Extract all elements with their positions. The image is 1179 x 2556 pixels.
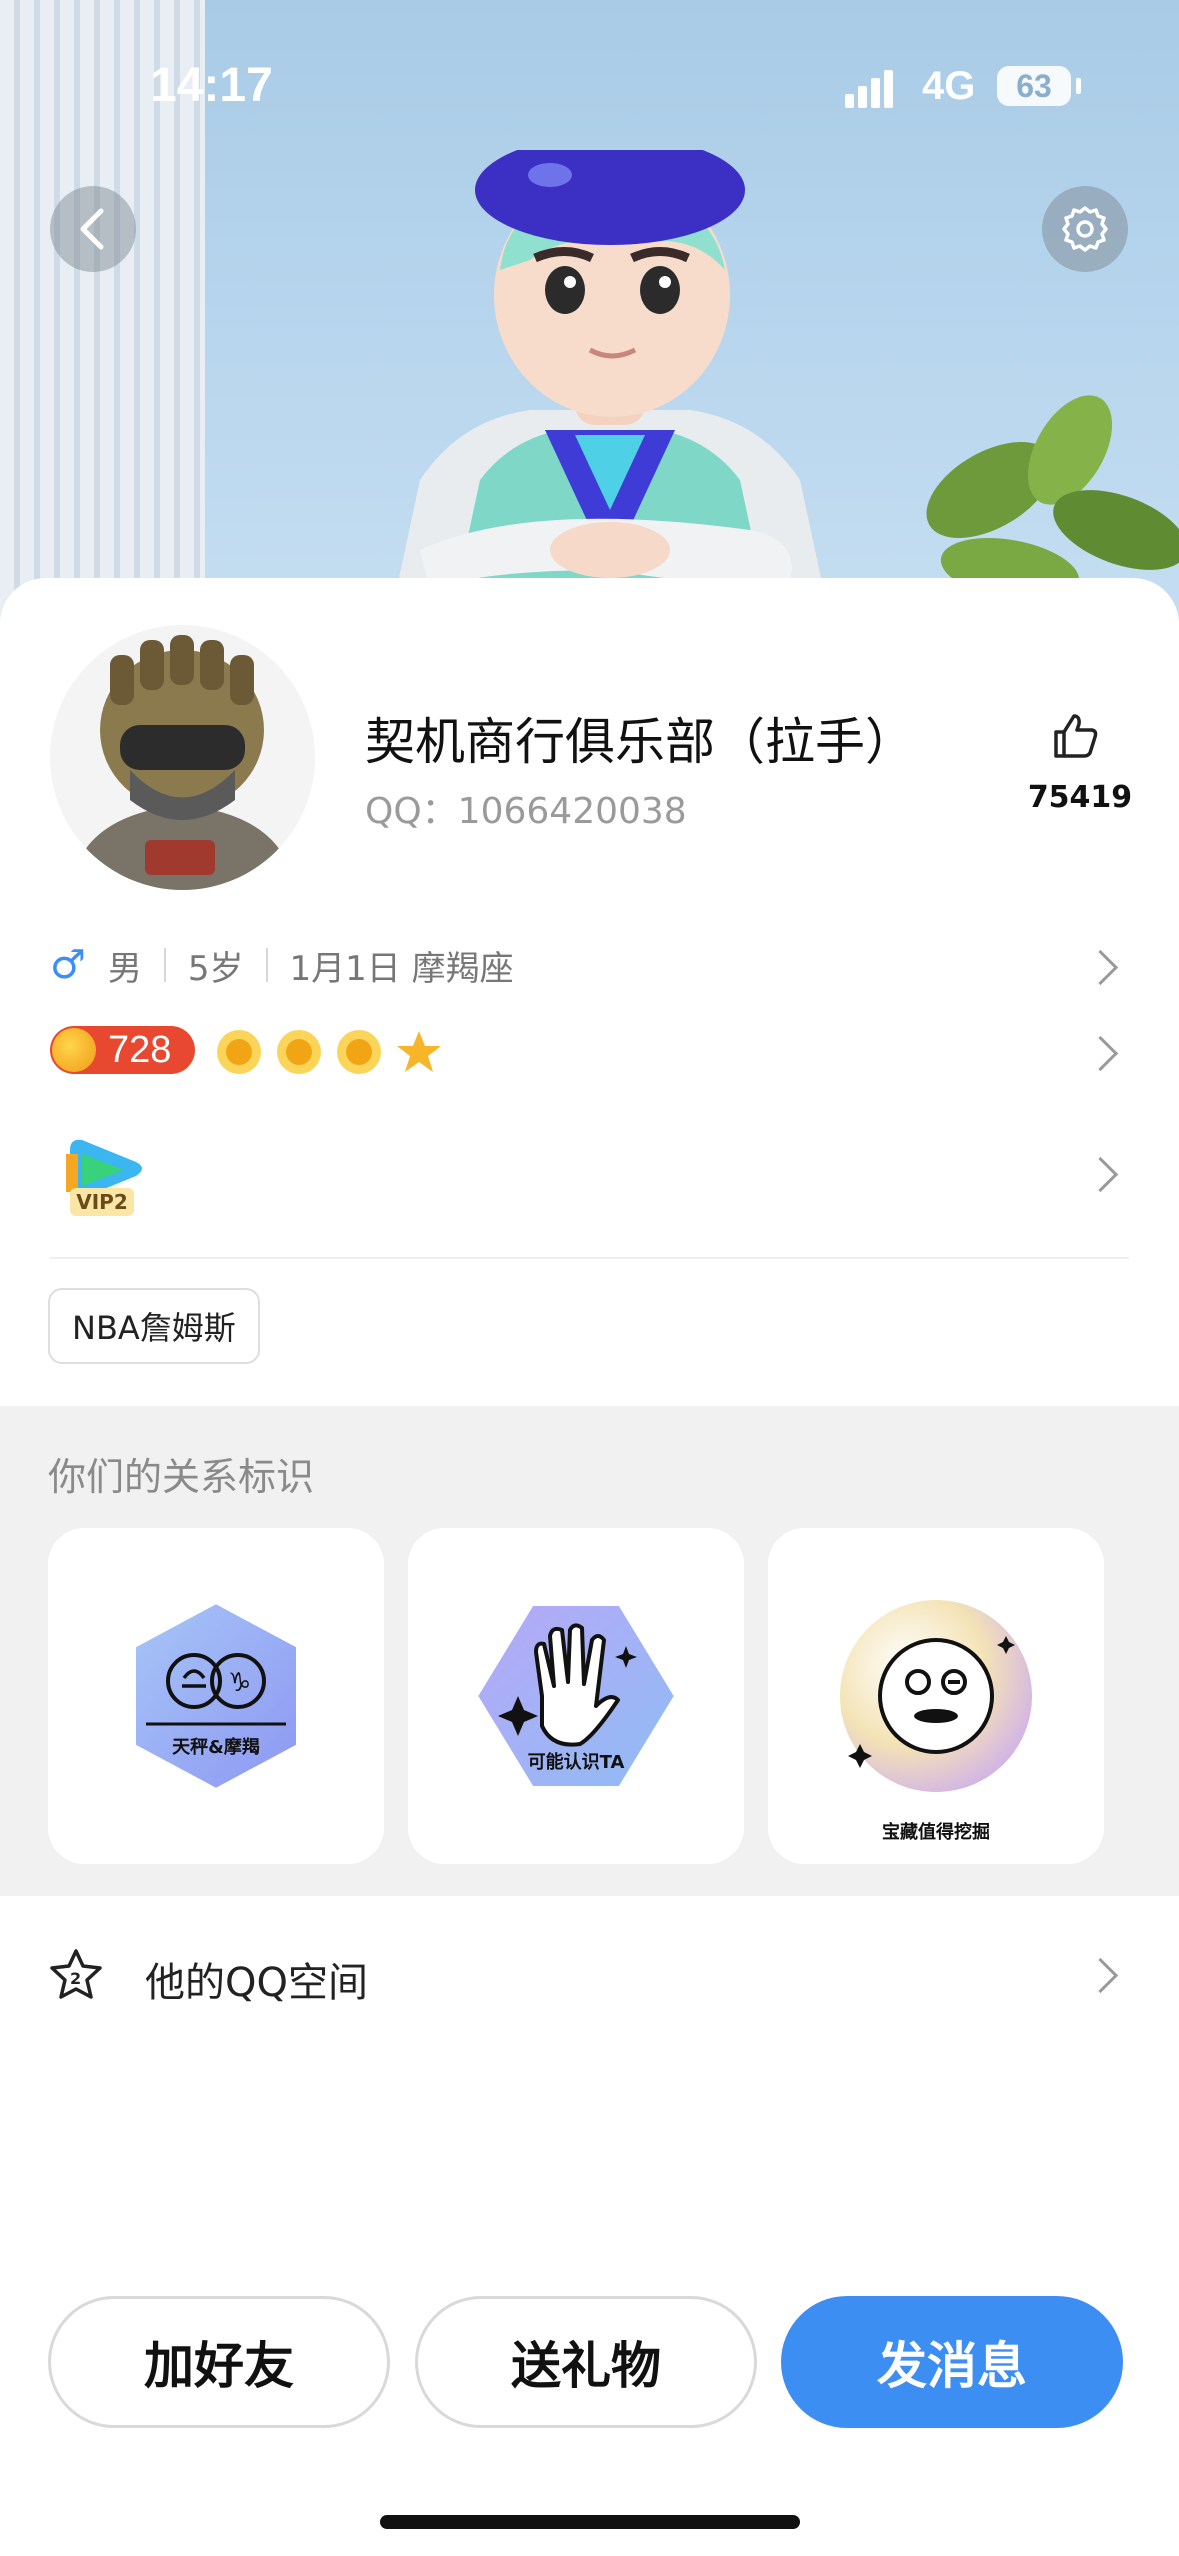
level-icons (217, 1030, 441, 1074)
sun-level-icon (217, 1030, 261, 1074)
chevron-right-icon (1082, 1957, 1119, 1994)
back-button[interactable] (50, 186, 136, 272)
relation-badge-label: 可能认识TA (527, 1752, 625, 1773)
relation-badge-label: 宝藏值得挖掘 (882, 1822, 990, 1843)
avatar-image (50, 625, 315, 890)
svg-text:♑: ♑ (228, 1668, 251, 1698)
relation-badge-label: 天秤&摩羯 (172, 1737, 260, 1758)
basic-info-row[interactable]: ♂ 男 5岁 1月1日 摩羯座 (50, 940, 514, 990)
battery-icon: 63 (997, 66, 1071, 106)
sun-level-icon (277, 1030, 321, 1074)
add-friend-button[interactable]: 加好友 (48, 2296, 390, 2428)
svg-text:2: 2 (70, 1969, 81, 1988)
sun-icon (52, 1028, 96, 1072)
relations-title: 你们的关系标识 (48, 1455, 315, 1499)
profile-name: 契机商行俱乐部（拉手） (365, 713, 915, 771)
status-time: 14:17 (150, 59, 273, 112)
gender-text: 男 (107, 948, 142, 989)
home-indicator[interactable] (380, 2515, 800, 2529)
divider (50, 1257, 1129, 1259)
star-level-icon (397, 1031, 441, 1072)
birthday-sign-text: 1月1日 摩羯座 (289, 948, 514, 989)
cellular-signal-icon (845, 70, 893, 108)
relation-badge-card[interactable]: 可能认识TA (408, 1528, 744, 1864)
send-message-button[interactable]: 发消息 (781, 2296, 1123, 2428)
vip-label: VIP2 (70, 1188, 134, 1216)
qq-number[interactable]: QQ：1066420038 (365, 782, 687, 834)
gear-icon (1062, 206, 1108, 252)
battery-level: 63 (1016, 67, 1052, 104)
avatar[interactable] (50, 625, 315, 890)
likes-count: 75419 (1027, 780, 1133, 815)
level-badge[interactable]: 728 (50, 1026, 195, 1074)
libra-capricorn-icon: ♑ (132, 1599, 300, 1793)
star-icon: 2 (50, 1949, 102, 1999)
level-number: 728 (108, 1028, 172, 1071)
settings-button[interactable] (1042, 186, 1128, 272)
relation-badge-card[interactable]: ♑ 天秤&摩羯 (48, 1528, 384, 1864)
sun-level-icon (337, 1030, 381, 1074)
divider (265, 948, 268, 982)
qzone-label: 他的QQ空间 (145, 1960, 368, 2006)
male-icon: ♂ (50, 942, 86, 988)
profile-cover[interactable]: 14:17 4G 63 (0, 0, 1179, 620)
like-button[interactable]: 75419 (1020, 710, 1132, 815)
network-type: 4G (922, 64, 976, 108)
send-gift-button[interactable]: 送礼物 (415, 2296, 757, 2428)
battery-tip (1076, 78, 1081, 94)
interest-tag-label: NBA詹姆斯 (72, 1309, 236, 1347)
interest-tag[interactable]: NBA詹姆斯 (48, 1288, 260, 1364)
thumbs-up-icon (1054, 714, 1098, 758)
face-icon (840, 1600, 1032, 1792)
qzone-row[interactable]: 2 他的QQ空间 (0, 1930, 1179, 2020)
video-vip-badge[interactable]: VIP2 (60, 1132, 150, 1222)
relation-badge-card[interactable]: 宝藏值得挖掘 (768, 1528, 1104, 1864)
chevron-left-icon (80, 208, 104, 250)
cover-avatar-illustration (390, 150, 830, 620)
divider (163, 948, 166, 982)
age-text: 5岁 (187, 948, 244, 989)
